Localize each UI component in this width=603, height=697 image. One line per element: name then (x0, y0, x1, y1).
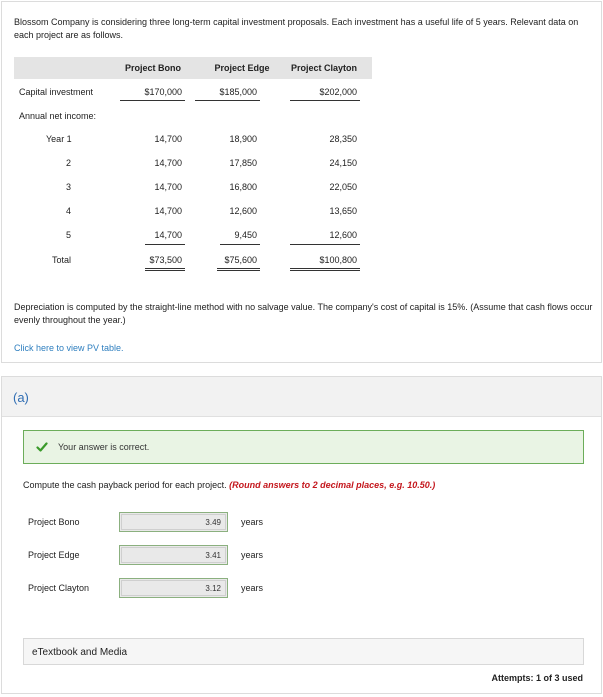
year1-bono: 14,700 (154, 134, 182, 144)
year4-edge: 12,600 (229, 206, 257, 216)
column-header-bono: Project Bono (124, 63, 181, 73)
year2-clayton: 24,150 (329, 158, 357, 168)
year5-underline-clayton (290, 244, 360, 245)
year4-clayton: 13,650 (329, 206, 357, 216)
column-header-edge: Project Edge (214, 63, 270, 73)
total-double-underline-clayton (290, 270, 360, 271)
capital-underline-bono (120, 100, 185, 101)
capital-edge: $185,000 (219, 87, 257, 97)
total-double-underline-edge (217, 270, 260, 271)
rounding-hint: (Round answers to 2 decimal places, e.g.… (229, 480, 436, 490)
part-label: (a) (13, 390, 29, 405)
year-label: 4 (66, 206, 72, 216)
capital-clayton: $202,000 (319, 87, 357, 97)
column-header-clayton: Project Clayton (290, 63, 357, 73)
year5-edge: 9,450 (234, 230, 257, 240)
question-text: Compute the cash payback period for each… (23, 480, 435, 490)
etextbook-media-button[interactable]: eTextbook and Media (23, 638, 584, 665)
capital-underline-clayton (290, 100, 360, 101)
answer-input-bono[interactable]: 3.49 (119, 512, 228, 532)
total-double-underline-clayton (290, 268, 360, 269)
year-label: Year 1 (46, 134, 72, 144)
total-edge: $75,600 (224, 255, 257, 265)
answer-unit-bono: years (241, 517, 264, 527)
correct-answer-text: Your answer is correct. (58, 442, 150, 452)
question-prompt: Compute the cash payback period for each… (23, 480, 227, 490)
answer-label-bono: Project Bono (28, 517, 80, 527)
answer-value-edge: 3.41 (205, 551, 221, 560)
part-a-card: (a) Your answer is correct. Compute the … (1, 376, 602, 694)
capital-underline-edge (195, 100, 260, 101)
answer-input-clayton[interactable]: 3.12 (119, 578, 228, 598)
answer-label-clayton: Project Clayton (28, 583, 90, 593)
year5-clayton: 12,600 (329, 230, 357, 240)
total-double-underline-bono (145, 268, 185, 269)
year5-underline-edge (220, 244, 260, 245)
checkmark-icon (36, 442, 48, 452)
year3-bono: 14,700 (154, 182, 182, 192)
total-label: Total (52, 255, 72, 265)
total-double-underline-bono (145, 270, 185, 271)
pv-table-link[interactable]: Click here to view PV table. (14, 343, 124, 353)
year-label: 5 (66, 230, 72, 240)
answer-unit-clayton: years (241, 583, 264, 593)
problem-intro: Blossom Company is considering three lon… (14, 17, 579, 40)
total-double-underline-edge (217, 268, 260, 269)
answer-unit-edge: years (241, 550, 264, 560)
year-label: 2 (66, 158, 72, 168)
year4-bono: 14,700 (154, 206, 182, 216)
year1-edge: 18,900 (229, 134, 257, 144)
answer-value-clayton: 3.12 (205, 584, 221, 593)
depreciation-note: Depreciation is computed by the straight… (14, 302, 593, 325)
attempts-counter: Attempts: 1 of 3 used (491, 673, 583, 683)
year2-bono: 14,700 (154, 158, 182, 168)
total-clayton: $100,800 (319, 255, 357, 265)
year5-bono: 14,700 (154, 230, 182, 240)
annual-net-income-label: Annual net income: (19, 111, 97, 121)
year1-clayton: 28,350 (329, 134, 357, 144)
year3-clayton: 22,050 (329, 182, 357, 192)
year-label: 3 (66, 182, 72, 192)
problem-card: Blossom Company is considering three lon… (1, 1, 602, 363)
capital-investment-label: Capital investment (19, 87, 94, 97)
total-bono: $73,500 (149, 255, 182, 265)
answer-input-edge[interactable]: 3.41 (119, 545, 228, 565)
year5-underline-bono (145, 244, 185, 245)
year3-edge: 16,800 (229, 182, 257, 192)
year2-edge: 17,850 (229, 158, 257, 168)
answer-label-edge: Project Edge (28, 550, 80, 560)
etextbook-media-label: eTextbook and Media (32, 647, 128, 658)
correct-answer-banner: Your answer is correct. (23, 430, 584, 464)
part-header: (a) (2, 377, 601, 417)
answer-value-bono: 3.49 (205, 518, 221, 527)
capital-bono: $170,000 (144, 87, 182, 97)
